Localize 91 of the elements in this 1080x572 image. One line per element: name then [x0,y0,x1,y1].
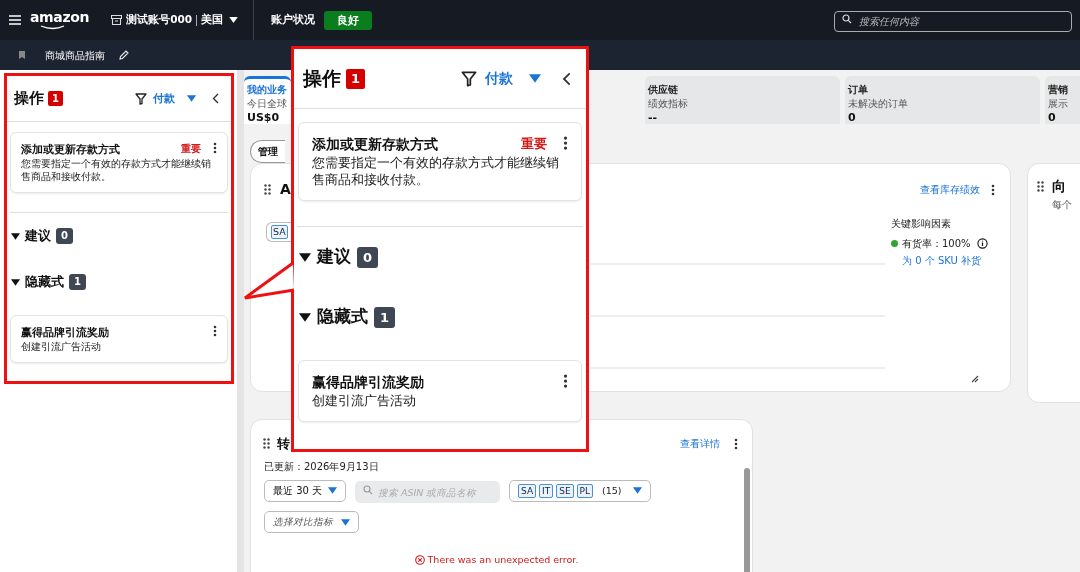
action-card[interactable]: 赢得品牌引流奖励 创建引流广告活动 [10,315,228,363]
action-description: 创建引流广告活动 [21,340,102,353]
caret-down-icon [328,487,337,495]
chevron-left-icon[interactable] [212,93,219,104]
action-title: 赢得品牌引流奖励 [21,325,110,339]
info-icon[interactable] [976,238,988,249]
filter-dropdown[interactable]: 付款 [485,68,513,89]
action-description: 您需要指定一个有效的存款方式才能继续销售商品和接收付款。 [21,157,212,183]
menu-icon[interactable] [9,15,21,25]
status-badge[interactable]: 良好 [324,10,373,30]
more-icon[interactable] [563,373,568,389]
more-icon[interactable] [563,135,568,151]
inventory-performance-link[interactable]: 查看库存绩效 [920,182,980,197]
caret-down-icon [529,74,541,83]
caret-down-icon [187,95,196,102]
drag-handle-icon[interactable] [263,438,270,450]
updated-date: 已更新：2026年9月13日 [264,459,380,474]
count-badge: 0 [56,228,73,244]
count-badge: 1 [346,68,366,89]
caret-down-icon [341,518,350,526]
marketplace-tag: SA [518,483,537,498]
card-subtitle: 每个 [1052,198,1073,212]
action-card[interactable]: 添加或更新存款方式 重要 您需要指定一个有效的存款方式才能继续销售商品和接收付款。 [10,132,228,193]
resize-handle-icon[interactable] [970,375,979,383]
restock-link[interactable]: 为 0 个 SKU 补货 [902,253,988,268]
action-title: 添加或更新存款方式 [312,135,439,153]
account-selector[interactable]: 测试账号000 [126,12,193,28]
filter-icon[interactable] [461,70,477,87]
panel-title: 操作 [303,66,341,92]
drag-handle-icon[interactable] [1037,181,1044,192]
priority-label: 重要 [521,135,547,153]
panel-title: 操作 [14,88,44,110]
card-title: 转 [277,435,290,453]
manage-products-button[interactable]: 管理 [250,140,285,163]
metric-tab[interactable]: 营销 展示 0 [1045,76,1080,124]
date-range-dropdown[interactable]: 最近 30 天 [264,479,346,502]
more-icon[interactable] [991,183,995,196]
more-icon[interactable] [213,142,217,154]
disclosure-triangle-icon[interactable] [11,278,20,286]
metric-tab[interactable]: 供应链 绩效指标 -- [645,76,840,124]
marketplace-tag: IT [539,483,554,498]
disclosure-triangle-icon[interactable] [299,312,311,322]
marketplace-selector[interactable]: SA IT SE PL (15) [509,479,651,502]
details-link[interactable]: 查看详情 [680,436,720,452]
count-badge: 0 [357,246,379,268]
marketplace-selector[interactable]: SA [266,222,291,242]
action-card[interactable]: 赢得品牌引流奖励 创建引流广告活动 [298,360,582,422]
count-badge: 1 [48,91,63,106]
action-card[interactable]: 添加或更新存款方式 重要 您需要指定一个有效的存款方式才能继续销售商品和接收付款。 [298,122,582,201]
chevron-left-icon[interactable] [562,71,571,86]
section-title[interactable]: 建议 [25,226,51,246]
search-icon [842,14,852,24]
drag-handle-icon[interactable] [264,184,271,195]
action-description: 创建引流广告活动 [312,392,417,409]
bookmark-icon[interactable] [19,51,25,59]
store-icon [111,15,123,25]
count-badge: 1 [69,274,86,290]
disclosure-triangle-icon[interactable] [11,232,20,240]
amazon-logo[interactable]: amazon [30,10,90,30]
marketplace-tag: SE [556,483,574,498]
action-title: 赢得品牌引流奖励 [312,373,425,391]
region-selector[interactable]: 美国 [201,12,224,28]
card-title: 向 [1052,177,1066,196]
error-icon [414,555,425,566]
search-field[interactable]: 搜索任何内容 [834,11,1072,32]
factors-title: 关键影响因素 [891,217,952,231]
error-message: There was an unexpected error. [427,553,579,567]
account-status-label: 账户状况 [271,12,316,28]
guide-title[interactable]: 商城商品指南 [45,47,105,63]
caret-down-icon [632,487,642,495]
compare-metric-dropdown[interactable]: 选择对比指标 [264,511,359,533]
section-title[interactable]: 建议 [317,244,351,270]
section-title[interactable]: 隐藏式 [25,272,64,292]
priority-label: 重要 [181,142,201,156]
card-title: A [280,180,291,199]
metric-tab[interactable]: 订单 未解决的订单 0 [845,76,1040,124]
section-title[interactable]: 隐藏式 [317,304,368,330]
more-icon[interactable] [213,325,217,337]
pencil-icon[interactable] [119,50,129,60]
in-stock-rate: 有货率：100% [902,237,971,251]
marketplace-tag: PL [576,483,594,498]
metric-tab[interactable]: 我的业务 今日全球 US$0 [244,76,291,124]
action-description: 您需要指定一个有效的存款方式才能继续销售商品和接收付款。 [312,154,560,188]
more-icon[interactable] [734,437,738,450]
disclosure-triangle-icon[interactable] [299,252,311,262]
action-title: 添加或更新存款方式 [21,142,121,156]
filter-icon[interactable] [135,92,147,105]
filter-dropdown[interactable]: 付款 [153,90,175,107]
caret-down-icon [229,17,239,23]
count-badge: 1 [374,306,396,328]
marketplace-count: (15) [602,483,622,498]
